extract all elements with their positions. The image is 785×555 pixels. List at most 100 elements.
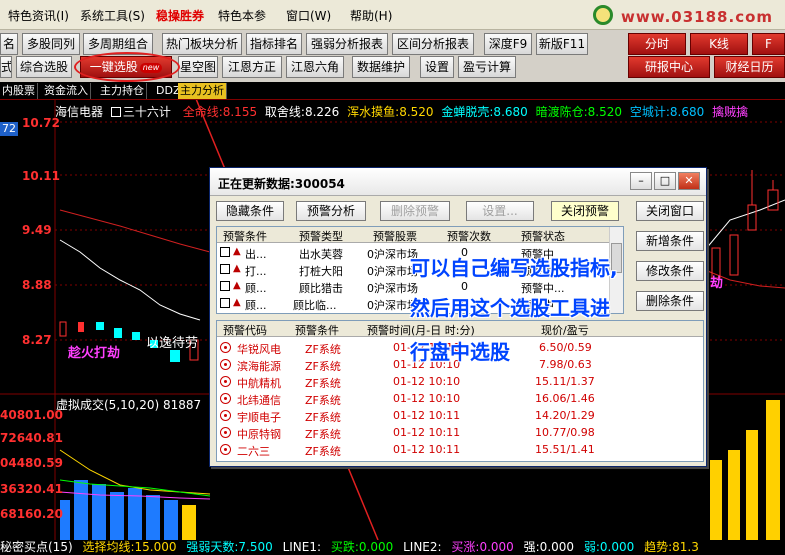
warning-icon: ▲ xyxy=(233,246,241,257)
col-price: 现价/盈亏 xyxy=(541,324,589,337)
close-window-button[interactable]: 关闭窗口 xyxy=(636,201,704,221)
maximize-icon[interactable]: □ xyxy=(654,172,676,190)
cell-cond: ZF系统 xyxy=(305,343,341,356)
menu-item-window[interactable]: 窗口(W) xyxy=(286,7,331,24)
tb-depth-f9-button[interactable]: 深度F9 xyxy=(484,33,532,55)
close-alert-button[interactable]: 关闭预警 xyxy=(551,201,619,221)
tb-range-report-button[interactable]: 区间分析报表 xyxy=(392,33,474,55)
tb-calendar-label: 财经日历 xyxy=(725,60,774,74)
tb-starmap-button[interactable]: 星空图 xyxy=(178,56,218,78)
tb-intraday-label: 分时 xyxy=(644,37,669,51)
price-tick-3: 9.49 xyxy=(22,223,52,237)
col-stock: 预警股票 xyxy=(373,230,417,243)
list-item[interactable]: 北纬通信 ZF系统 01-12 10:10 16.06/1.46 xyxy=(217,390,703,407)
status-item-1: 秘密买点(15) xyxy=(0,540,73,554)
menu-item-help[interactable]: 帮助(H) xyxy=(350,7,392,24)
row-checkbox[interactable] xyxy=(220,264,230,274)
cell-price: 14.20/1.29 xyxy=(535,409,595,422)
list-item[interactable]: 宇顺电子 ZF系统 01-12 10:11 14.20/1.29 xyxy=(217,407,703,424)
cell-price: 16.06/1.46 xyxy=(535,392,595,405)
add-condition-button[interactable]: 新增条件 xyxy=(636,231,704,251)
tb-indicator-rank-button[interactable]: 指标排名 xyxy=(246,33,302,55)
tab-fund-inflow[interactable]: 资金流入 xyxy=(42,83,91,99)
tb-gann-square-button[interactable]: 江恩方正 xyxy=(222,56,282,78)
cell-name: 二六三 xyxy=(237,445,270,458)
settings-button[interactable]: 设置... xyxy=(466,201,534,221)
cell-name: 华锐风电 xyxy=(237,343,281,356)
tb-formula-button[interactable]: 式 xyxy=(0,56,12,78)
tb-kline-button[interactable]: K线 xyxy=(690,33,748,55)
status-item-10: 趋势:81.3 xyxy=(644,540,699,554)
indicator-label: 三十六计 xyxy=(122,105,171,119)
status-item-4: LINE1: xyxy=(282,540,322,554)
tab-stocks[interactable]: 内股票 xyxy=(0,83,38,99)
list-item[interactable]: 中原特钢 ZF系统 01-12 10:11 10.77/0.98 xyxy=(217,424,703,441)
cell-time: 01-12 10:11 xyxy=(393,443,461,456)
tb-research-button[interactable]: 研报中心 xyxy=(628,56,710,78)
dialog-titlebar[interactable]: 正在更新数据:300054 – □ ✕ xyxy=(210,168,706,196)
row-checkbox[interactable] xyxy=(220,247,230,257)
cell-name: 滨海能源 xyxy=(237,360,281,373)
tb-data-maintain-button[interactable]: 数据维护 xyxy=(352,56,410,78)
brand-logo: www.03188.com xyxy=(585,0,785,30)
logo-url: www.03188.com xyxy=(621,8,774,26)
tab-main-analysis[interactable]: 主力分析 xyxy=(178,83,227,99)
cell-time: 01-12 10:11 xyxy=(393,409,461,422)
alert-analysis-button[interactable]: 预警分析 xyxy=(296,201,366,221)
row-checkbox[interactable] xyxy=(220,281,230,291)
target-icon xyxy=(220,410,231,421)
tb-f-button[interactable]: F xyxy=(752,33,785,55)
cell-type: 出水芙蓉 xyxy=(299,248,343,261)
annotation-1: 趁火打劫 xyxy=(68,346,121,361)
cell-name: 宇顺电子 xyxy=(237,411,281,424)
tb-f-label: F xyxy=(765,37,772,51)
list-item[interactable]: 中航精机 ZF系统 01-12 10:10 15.11/1.37 xyxy=(217,373,703,390)
menu-item-tools[interactable]: 系统工具(S) xyxy=(80,7,145,24)
tb-combined-select-button[interactable]: 综合选股 xyxy=(16,56,72,78)
list-item[interactable]: 二六三 ZF系统 01-12 10:11 15.51/1.41 xyxy=(217,441,703,458)
edit-condition-button[interactable]: 修改条件 xyxy=(636,261,704,281)
tab-strip: 内股票 资金流入 主力持仓 DDZ 主力分析 xyxy=(0,82,785,100)
menu-item-params[interactable]: 特色本参 xyxy=(218,7,266,24)
tb-intraday-button[interactable]: 分时 xyxy=(628,33,686,55)
volume-header: 虚拟成交(5,10,20) 81887 xyxy=(56,398,202,412)
indicator-name: 三十六计 xyxy=(110,105,175,119)
tb-pnl-button[interactable]: 盈亏计算 xyxy=(458,56,516,78)
delete-alert-button[interactable]: 删除预警 xyxy=(380,201,450,221)
tb-multi-stock-button[interactable]: 多股同列 xyxy=(22,33,80,55)
vol-tick-1: 40801.00 xyxy=(0,408,64,422)
status-item-9: 弱:0.000 xyxy=(583,540,635,554)
menu-item-stable-win[interactable]: 稳操胜券 xyxy=(156,7,204,24)
header-item-6: 空城计:8.680 xyxy=(629,105,705,119)
highlight-oval xyxy=(74,52,180,82)
hide-conditions-button[interactable]: 隐藏条件 xyxy=(216,201,284,221)
menu-bar: 特色资讯(I) 系统工具(S) 稳操胜券 特色本参 窗口(W) 帮助(H) ww… xyxy=(0,0,785,30)
tb-new-f11-button[interactable]: 新版F11 xyxy=(536,33,588,55)
close-icon[interactable]: ✕ xyxy=(678,172,700,190)
target-icon xyxy=(220,342,231,353)
cell-cond: 出... xyxy=(245,248,267,261)
cell-price: 15.11/1.37 xyxy=(535,375,595,388)
minimize-icon[interactable]: – xyxy=(630,172,652,190)
delete-condition-button[interactable]: 删除条件 xyxy=(636,291,704,311)
tb-strength-report-button[interactable]: 强弱分析报表 xyxy=(306,33,388,55)
tb-gann-hexagon-button[interactable]: 江恩六角 xyxy=(286,56,344,78)
overlay-text-line1: 可以自己编写选股指标, xyxy=(410,256,618,280)
tb-hot-sector-button[interactable]: 热门板块分析 xyxy=(162,33,242,55)
tb-settings-button[interactable]: 设置 xyxy=(420,56,454,78)
target-icon xyxy=(220,376,231,387)
cell-price: 10.77/0.98 xyxy=(535,426,595,439)
menu-item-news[interactable]: 特色资讯(I) xyxy=(8,7,69,24)
cell-type: 打桩大阳 xyxy=(299,265,343,278)
target-icon xyxy=(220,359,231,370)
tb-calendar-button[interactable]: 财经日历 xyxy=(714,56,785,78)
tb-name-button[interactable]: 名 xyxy=(0,33,18,55)
status-item-8: 强:0.000 xyxy=(523,540,575,554)
vol-tick-2: 72640.81 xyxy=(0,431,64,445)
row-checkbox[interactable] xyxy=(220,298,230,308)
cell-time: 01-12 10:10 xyxy=(393,392,461,405)
cell-price: 15.51/1.41 xyxy=(535,443,595,456)
tab-main-holding[interactable]: 主力持仓 xyxy=(98,83,147,99)
conditions-table-header: 预警条件 预警类型 预警股票 预警次数 预警状态 xyxy=(217,227,623,243)
cell-name: 中原特钢 xyxy=(237,428,281,441)
